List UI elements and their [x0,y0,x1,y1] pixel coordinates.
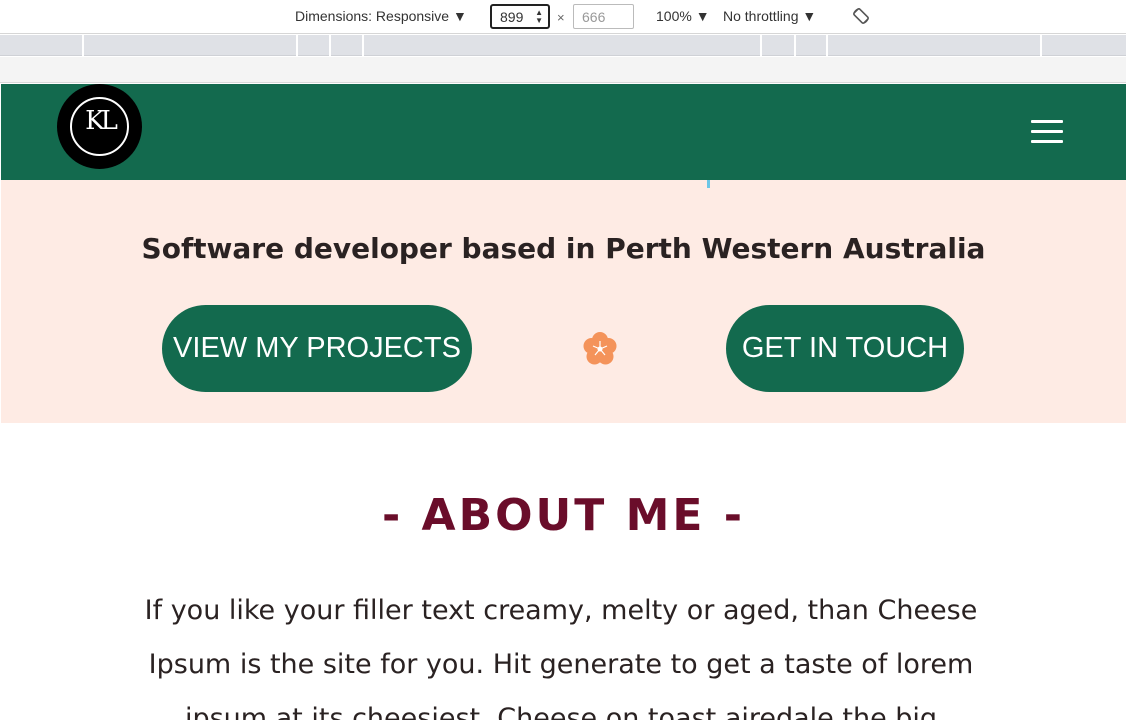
get-in-touch-button[interactable]: GET IN TOUCH [726,305,964,392]
spinner-icon[interactable]: ▲ ▼ [535,9,543,25]
view-projects-button[interactable]: VIEW MY PROJECTS [162,305,472,392]
hero-title: Software developer based in Perth Wester… [141,232,986,265]
site-navbar: KL [1,84,1126,180]
rotate-icon[interactable] [851,6,871,26]
logo[interactable]: KL [57,84,142,169]
about-text: If you like your filler text creamy, mel… [144,595,978,720]
about-title: - ABOUT ME - [381,490,746,541]
height-input[interactable]: 666 [573,4,634,29]
dimensions-dropdown[interactable]: Dimensions: Responsive ▼ [295,8,467,24]
throttling-dropdown[interactable]: No throttling ▼ [723,8,816,24]
height-placeholder: 666 [582,9,606,25]
hamburger-menu-icon[interactable] [1031,120,1063,144]
times-separator: × [557,10,565,25]
site-viewport: KL Software developer based in Perth Wes… [1,84,1126,720]
hero-marker [707,180,710,188]
zoom-dropdown[interactable]: 100% ▼ [656,8,710,24]
logo-text: KL [85,106,118,136]
width-input[interactable]: 899 ▲ ▼ [490,4,550,29]
hero-section: Software developer based in Perth Wester… [1,180,1126,423]
flower-icon [583,332,617,365]
width-value: 899 [500,9,524,25]
ruler-area [0,57,1126,83]
devtools-toolbar: Dimensions: Responsive ▼ 899 ▲ ▼ × 666 10… [0,0,1126,34]
media-query-bar[interactable] [0,35,1126,56]
